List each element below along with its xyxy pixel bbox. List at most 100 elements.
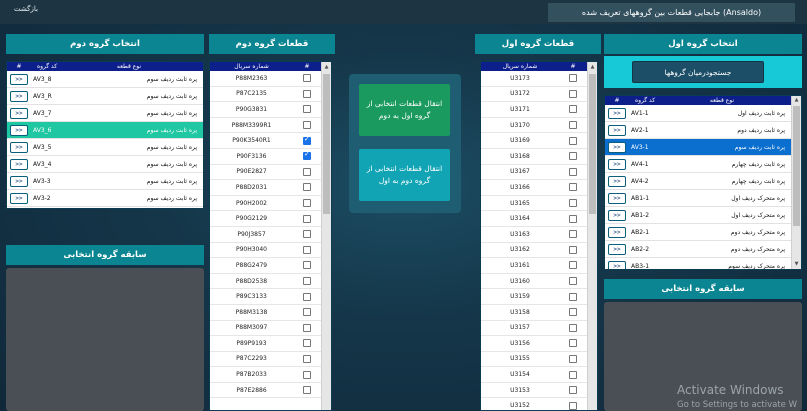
serial-row[interactable]: U3159: [481, 289, 587, 305]
select-group-button[interactable]: >>: [10, 73, 28, 85]
serial-row[interactable]: U3168: [481, 149, 587, 165]
select-group-button[interactable]: >>: [10, 90, 28, 102]
group-row[interactable]: >> AB2-2 پره متحرک ردیف دوم: [605, 241, 791, 258]
group-row[interactable]: >> AV3_7 پره ثابت ردیف سوم: [7, 105, 203, 122]
serial-row[interactable]: U3163: [481, 227, 587, 243]
group-row[interactable]: >> AV3-1 پره ثابت ردیف سوم: [605, 139, 791, 156]
select-checkbox[interactable]: [569, 214, 577, 223]
search-groups-button[interactable]: جستجودرمیان گروهها: [632, 61, 764, 83]
select-checkbox[interactable]: [303, 105, 311, 114]
select-checkbox[interactable]: [303, 339, 311, 348]
select-group-button[interactable]: >>: [608, 124, 626, 136]
serial-row[interactable]: U3160: [481, 274, 587, 290]
group-row[interactable]: >> AV3_6 پره ثابت ردیف سوم: [7, 122, 203, 139]
serial-row[interactable]: P90E2827: [210, 165, 321, 181]
select-group-button[interactable]: >>: [10, 107, 28, 119]
select-group-button[interactable]: >>: [608, 175, 626, 187]
group-row[interactable]: >> AB1-1 پره متحرک ردیف اول: [605, 190, 791, 207]
serial-row[interactable]: P90G2129: [210, 211, 321, 227]
serial-row[interactable]: U3157: [481, 321, 587, 337]
scroll-thumb[interactable]: [323, 74, 330, 214]
select-checkbox[interactable]: [303, 89, 311, 98]
select-checkbox[interactable]: [303, 261, 311, 270]
select-checkbox[interactable]: [303, 230, 311, 239]
serial-row[interactable]: P89C3133: [210, 289, 321, 305]
serial-row[interactable]: U3165: [481, 196, 587, 212]
scroll-thumb[interactable]: [793, 106, 800, 226]
serial-row[interactable]: P88D2031: [210, 180, 321, 196]
scroll-thumb[interactable]: [589, 74, 596, 214]
select-group-button[interactable]: >>: [608, 260, 626, 269]
scroll-down-icon[interactable]: ▼: [792, 261, 801, 268]
serial-row[interactable]: P90F3136: [210, 149, 321, 165]
select-checkbox[interactable]: [569, 277, 577, 286]
serial-row[interactable]: P88M3399R1: [210, 118, 321, 134]
select-checkbox[interactable]: [569, 199, 577, 208]
serial-row[interactable]: P87C2293: [210, 352, 321, 368]
serial-row[interactable]: P90K3540R1: [210, 133, 321, 149]
scroll-up-icon[interactable]: ▲: [322, 64, 331, 71]
transfer-second-to-first-button[interactable]: انتقال قطعات انتخابی از گروه دوم به اول: [359, 149, 450, 201]
select-checkbox[interactable]: [569, 152, 577, 161]
select-checkbox[interactable]: [303, 386, 311, 395]
select-checkbox[interactable]: [569, 245, 577, 254]
select-checkbox[interactable]: [569, 89, 577, 98]
select-checkbox[interactable]: [303, 199, 311, 208]
serial-row[interactable]: U3164: [481, 211, 587, 227]
serial-row[interactable]: P88M3138: [210, 305, 321, 321]
serial-row[interactable]: P89P9193: [210, 336, 321, 352]
serial-row[interactable]: P90G3831: [210, 102, 321, 118]
select-group-button[interactable]: >>: [608, 107, 626, 119]
select-checkbox[interactable]: [569, 308, 577, 317]
select-checkbox[interactable]: [303, 370, 311, 379]
select-checkbox[interactable]: [569, 121, 577, 130]
serial-row[interactable]: P88M2363: [210, 71, 321, 87]
group-row[interactable]: >> AV3_8 پره ثابت ردیف سوم: [7, 71, 203, 88]
select-checkbox[interactable]: [303, 308, 311, 317]
serial-row[interactable]: P87C2135: [210, 87, 321, 103]
select-group-button[interactable]: >>: [608, 209, 626, 221]
select-checkbox[interactable]: [303, 150, 311, 161]
serial-row[interactable]: U3161: [481, 258, 587, 274]
serial-row[interactable]: U3152: [481, 398, 587, 410]
serial-row[interactable]: U3166: [481, 180, 587, 196]
group-row[interactable]: >> AV3_5 پره ثابت ردیف سوم: [7, 139, 203, 156]
group-row[interactable]: >> AV3_R پره ثابت ردیف سوم: [7, 88, 203, 105]
serial-row[interactable]: U3153: [481, 383, 587, 399]
serial-row[interactable]: P87B2033: [210, 367, 321, 383]
group-row[interactable]: >> AV3-3 پره ثابت ردیف سوم: [7, 173, 203, 190]
select-checkbox[interactable]: [569, 230, 577, 239]
select-checkbox[interactable]: [569, 74, 577, 83]
group-row[interactable]: >> AB3-1 پره متحرک ردیف سوم: [605, 258, 791, 269]
select-checkbox[interactable]: [303, 245, 311, 254]
serial-row[interactable]: U3167: [481, 165, 587, 181]
select-checkbox[interactable]: [303, 135, 311, 145]
group-row[interactable]: >> AB2-1 پره متحرک ردیف دوم: [605, 224, 791, 241]
select-group-button[interactable]: >>: [608, 192, 626, 204]
select-checkbox[interactable]: [303, 121, 311, 130]
select-checkbox[interactable]: [569, 136, 577, 145]
select-checkbox[interactable]: [569, 354, 577, 363]
back-link[interactable]: بازگشت: [14, 5, 38, 13]
select-group-button[interactable]: >>: [608, 158, 626, 170]
serial-row[interactable]: U3154: [481, 367, 587, 383]
serial-row[interactable]: P90J3857: [210, 227, 321, 243]
select-checkbox[interactable]: [303, 183, 311, 192]
select-checkbox[interactable]: [569, 323, 577, 332]
select-checkbox[interactable]: [303, 323, 311, 332]
serial-row[interactable]: U3169: [481, 133, 587, 149]
select-checkbox[interactable]: [569, 261, 577, 270]
transfer-first-to-second-button[interactable]: انتقال قطعات انتخابی از گروه اول به دوم: [359, 84, 450, 136]
serial-row[interactable]: U3171: [481, 102, 587, 118]
group-row[interactable]: >> AV1-1 پره ثابت ردیف اول: [605, 105, 791, 122]
select-group-button[interactable]: >>: [10, 175, 28, 187]
select-group-button[interactable]: >>: [608, 141, 626, 153]
group-row[interactable]: >> AV4-2 پره ثابت ردیف چهارم: [605, 173, 791, 190]
select-checkbox[interactable]: [569, 370, 577, 379]
serial-row[interactable]: P90H2002: [210, 196, 321, 212]
serial-row[interactable]: P90H3040: [210, 243, 321, 259]
serial-row[interactable]: U3170: [481, 118, 587, 134]
select-group-button[interactable]: >>: [10, 141, 28, 153]
select-group-button[interactable]: >>: [10, 124, 28, 136]
select-group-button[interactable]: >>: [608, 243, 626, 255]
